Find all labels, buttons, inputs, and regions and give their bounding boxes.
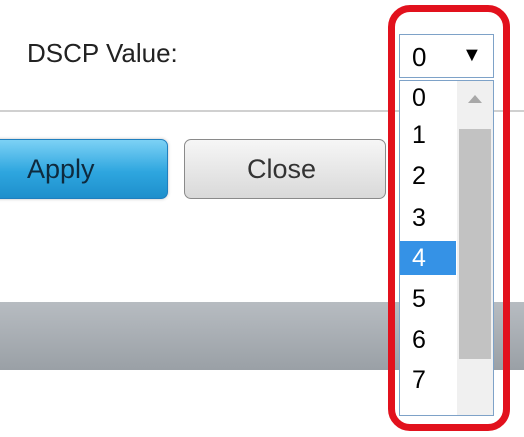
apply-button[interactable]: Apply bbox=[0, 139, 168, 199]
close-button-label: Close bbox=[247, 154, 317, 184]
highlight-annotation-box bbox=[388, 5, 510, 431]
dscp-value-label: DSCP Value: bbox=[27, 38, 178, 68]
apply-button-label: Apply bbox=[27, 154, 95, 184]
close-button[interactable]: Close bbox=[184, 139, 386, 199]
